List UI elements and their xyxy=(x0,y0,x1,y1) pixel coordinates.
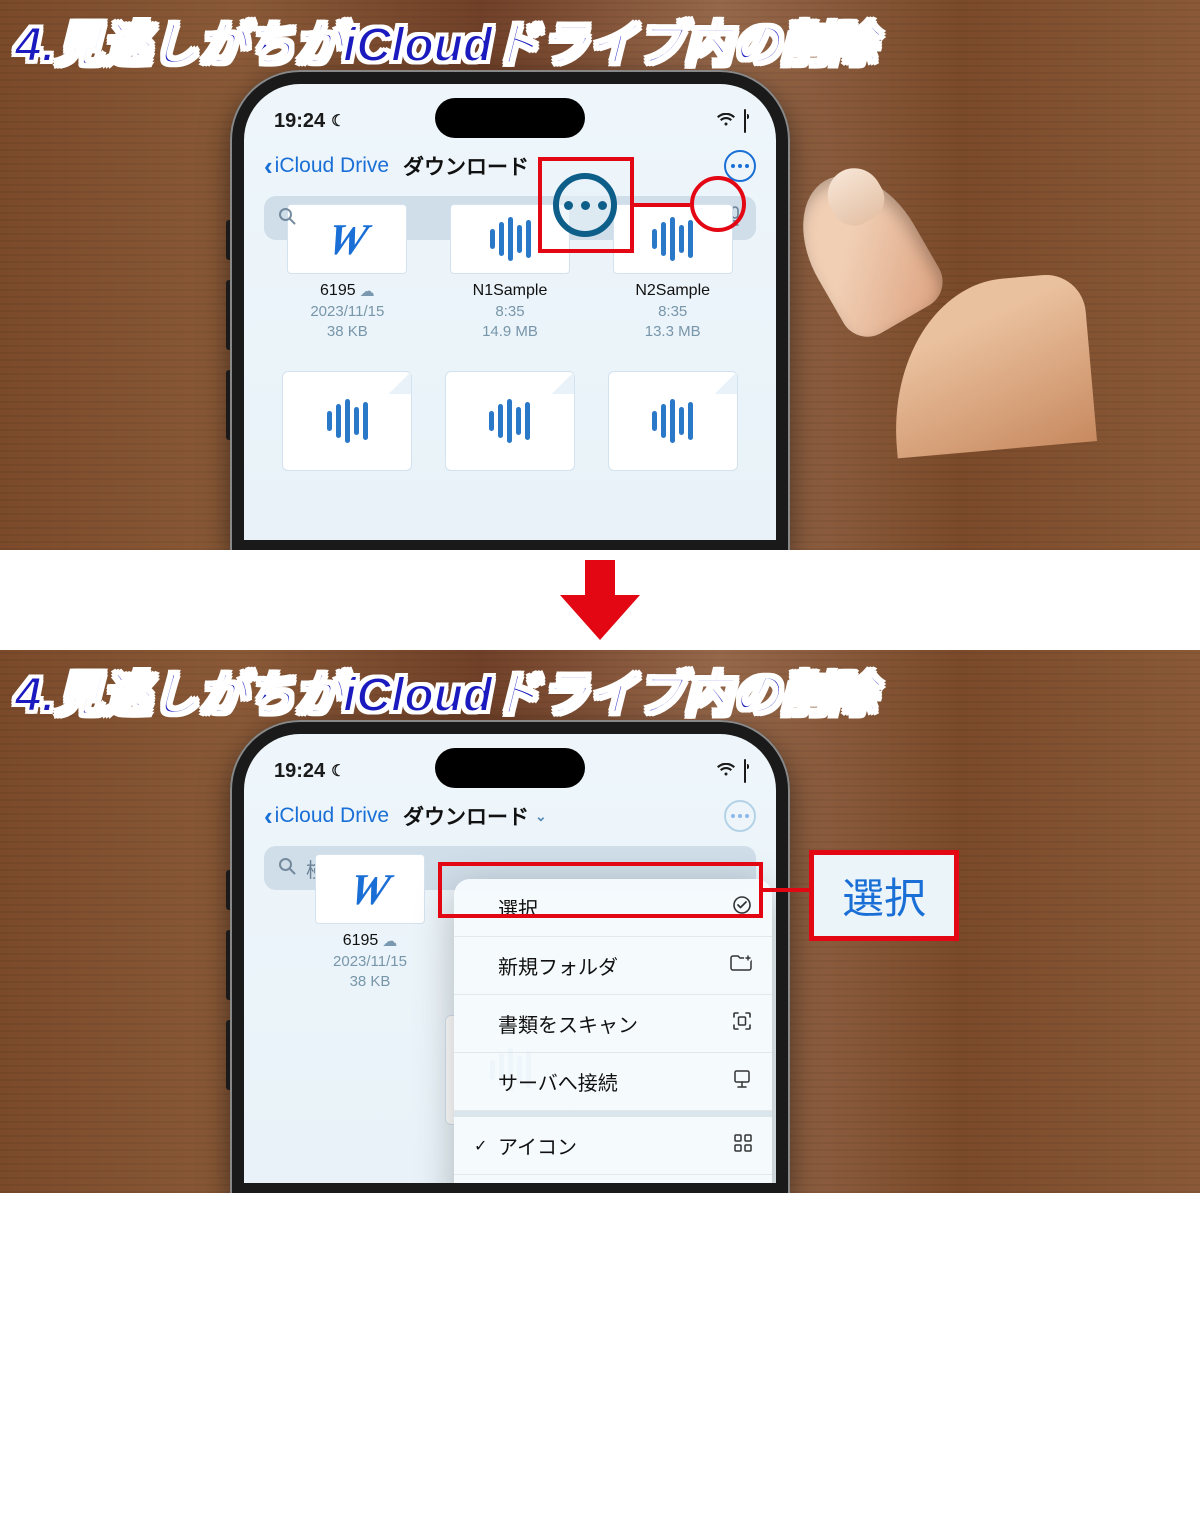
chevron-down-icon: ⌄ xyxy=(535,808,547,825)
callout-select: 選択 xyxy=(809,850,959,941)
audio-wave-icon xyxy=(652,399,693,443)
file-grid: W 6195 ☁︎ 2023/11/15 38 KB N1Sample xyxy=(244,250,776,341)
cloud-download-icon: ☁︎ xyxy=(382,932,397,950)
wifi-icon xyxy=(716,110,736,133)
file-name: 6195 xyxy=(343,932,379,950)
context-menu: 選択 新規フォルダ 書類をスキャン xyxy=(454,879,772,1183)
phone-top: 19:24 ☾ ‹ iCloud Drive xyxy=(230,70,790,550)
nav-bar: ‹ iCloud Drive ダウンロード ⌄ xyxy=(244,790,776,840)
down-arrow-icon xyxy=(555,555,645,645)
audio-wave-icon xyxy=(489,399,530,443)
file-item[interactable]: W 6195 ☁︎ 2023/11/15 38 KB xyxy=(280,900,460,991)
server-icon xyxy=(732,1069,752,1095)
menu-label: 書類をスキャン xyxy=(498,1009,638,1038)
callout-text: 選択 xyxy=(842,875,926,922)
folder-plus-icon xyxy=(730,954,752,978)
file-date: 2023/11/15 xyxy=(280,952,460,972)
folder-title[interactable]: ダウンロード ⌄ xyxy=(403,801,547,831)
tutorial-panel-top: 4.見逃しがちがiCloudドライブ内の削除 19:24 ☾ xyxy=(0,0,1200,550)
chevron-left-icon: ‹ xyxy=(264,153,273,179)
phone-volume-up xyxy=(226,280,230,350)
audio-wave-icon xyxy=(327,399,368,443)
audio-wave-icon xyxy=(652,217,693,261)
grid-icon xyxy=(734,1134,752,1158)
phone-volume-down xyxy=(226,370,230,440)
dynamic-island xyxy=(435,748,585,788)
battery-icon xyxy=(744,110,746,133)
file-thumbnail: W xyxy=(287,204,407,274)
file-grid-row2 xyxy=(244,341,776,471)
step-arrow xyxy=(0,550,1200,650)
file-thumbnail[interactable] xyxy=(608,371,738,471)
file-thumbnail[interactable] xyxy=(282,371,412,471)
file-thumbnail[interactable] xyxy=(445,371,575,471)
menu-item-new-folder[interactable]: 新規フォルダ xyxy=(454,937,772,995)
dnd-moon-icon: ☾ xyxy=(331,761,345,781)
audio-wave-icon xyxy=(490,217,531,261)
menu-item-icon-view[interactable]: ✓ アイコン xyxy=(454,1117,772,1175)
file-name: 6195 xyxy=(320,282,356,300)
folder-title[interactable]: ダウンロード xyxy=(403,151,529,181)
check-icon: ✓ xyxy=(474,1136,488,1156)
scan-icon xyxy=(732,1011,752,1037)
menu-item-list-view[interactable]: リスト xyxy=(454,1175,772,1183)
chevron-left-icon: ‹ xyxy=(264,803,273,829)
search-icon xyxy=(278,857,296,880)
phone-side-button xyxy=(226,220,230,260)
status-time: 19:24 xyxy=(274,760,325,783)
dnd-moon-icon: ☾ xyxy=(331,111,345,131)
file-name: N1Sample xyxy=(473,282,548,300)
phone-volume-up xyxy=(226,930,230,1000)
highlight-connector xyxy=(634,203,690,207)
pointing-hand xyxy=(770,140,1010,380)
menu-label: アイコン xyxy=(498,1131,577,1160)
back-label: iCloud Drive xyxy=(275,804,389,828)
dynamic-island xyxy=(435,98,585,138)
headline-bottom: 4.見逃しがちがiCloudドライブ内の削除 xyxy=(15,655,876,725)
headline-top: 4.見逃しがちがiCloudドライブ内の削除 xyxy=(15,5,876,75)
phone-volume-down xyxy=(226,1020,230,1090)
file-item[interactable]: W 6195 ☁︎ 2023/11/15 38 KB xyxy=(280,250,415,341)
file-date: 8:35 xyxy=(443,302,578,322)
highlight-box-more xyxy=(538,157,634,253)
file-size: 38 KB xyxy=(280,322,415,342)
phone-side-button xyxy=(226,870,230,910)
search-icon xyxy=(278,207,296,230)
file-thumbnail: W xyxy=(315,854,425,924)
back-button[interactable]: ‹ iCloud Drive xyxy=(264,803,389,829)
wifi-icon xyxy=(716,760,736,783)
menu-item-scan[interactable]: 書類をスキャン xyxy=(454,995,772,1053)
highlight-circle-more xyxy=(690,176,746,232)
folder-title-text: ダウンロード xyxy=(403,801,529,831)
file-item[interactable]: N2Sample 8:35 13.3 MB xyxy=(605,250,740,341)
phone-bottom: 19:24 ☾ ‹ iCloud Drive xyxy=(230,720,790,1193)
back-label: iCloud Drive xyxy=(275,154,389,178)
nav-bar: ‹ iCloud Drive ダウンロード xyxy=(244,140,776,190)
folder-title-text: ダウンロード xyxy=(403,151,529,181)
file-size: 38 KB xyxy=(280,972,460,992)
file-size: 14.9 MB xyxy=(443,322,578,342)
more-options-button[interactable] xyxy=(724,800,756,832)
cloud-download-icon: ☁︎ xyxy=(360,282,375,300)
menu-label: 新規フォルダ xyxy=(498,951,618,980)
battery-icon xyxy=(744,760,746,783)
menu-label: サーバへ接続 xyxy=(498,1067,618,1096)
file-name: N2Sample xyxy=(635,282,710,300)
file-size: 13.3 MB xyxy=(605,322,740,342)
highlight-box-select xyxy=(438,862,763,918)
more-icon xyxy=(731,164,749,168)
file-date: 8:35 xyxy=(605,302,740,322)
more-icon xyxy=(731,814,749,818)
file-item[interactable]: N1Sample 8:35 14.9 MB xyxy=(443,250,578,341)
tutorial-panel-bottom: 4.見逃しがちがiCloudドライブ内の削除 19:24 ☾ xyxy=(0,650,1200,1193)
status-time: 19:24 xyxy=(274,110,325,133)
menu-item-connect-server[interactable]: サーバへ接続 xyxy=(454,1053,772,1111)
highlight-connector xyxy=(763,888,809,892)
file-date: 2023/11/15 xyxy=(280,302,415,322)
back-button[interactable]: ‹ iCloud Drive xyxy=(264,153,389,179)
